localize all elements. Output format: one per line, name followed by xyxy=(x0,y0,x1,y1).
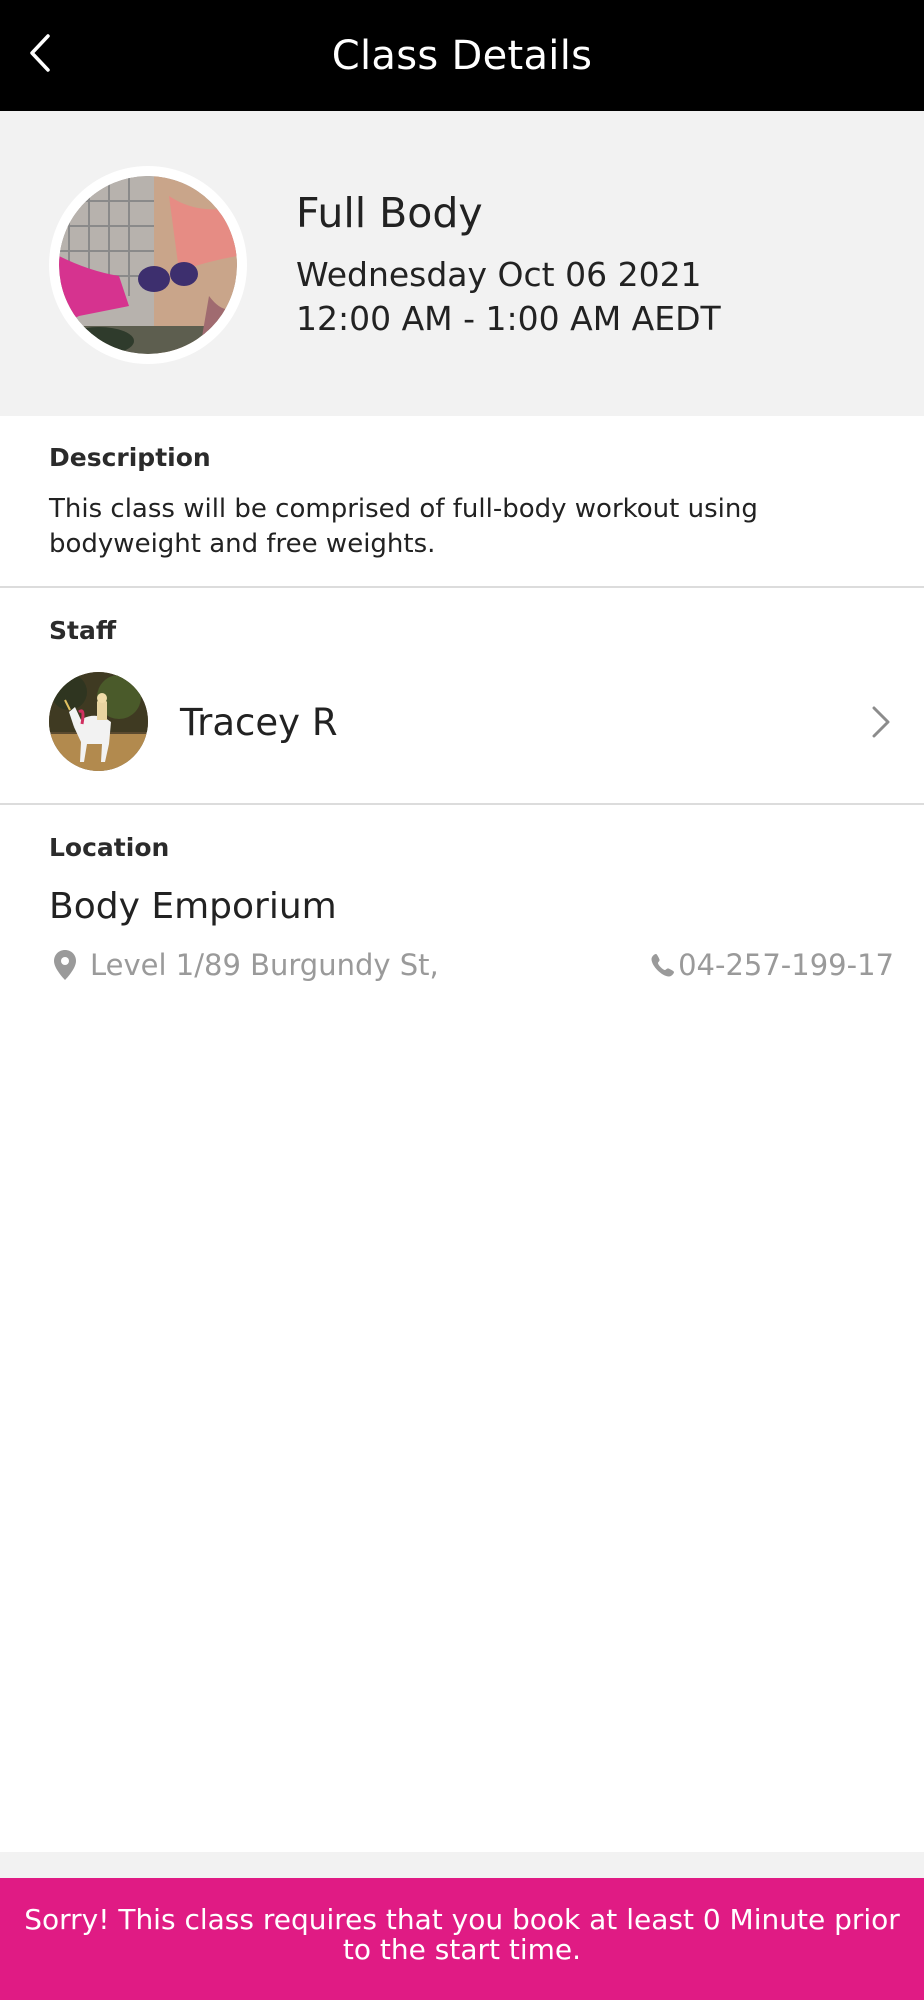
booking-warning-banner: Sorry! This class requires that you book… xyxy=(0,1878,924,2000)
booking-warning-text: Sorry! This class requires that you book… xyxy=(24,1903,900,1966)
class-date: Wednesday Oct 06 2021 xyxy=(296,255,702,294)
staff-name: Tracey R xyxy=(180,701,338,744)
class-photo xyxy=(49,166,247,364)
chevron-right-icon xyxy=(872,706,890,738)
description-label: Description xyxy=(49,443,211,472)
class-time: 12:00 AM - 1:00 AM AEDT xyxy=(296,299,721,338)
staff-avatar-image xyxy=(49,672,148,771)
class-photo-image xyxy=(59,176,237,354)
description-text: This class will be comprised of full-bod… xyxy=(49,494,758,559)
staff-row[interactable]: Tracey R xyxy=(0,660,924,780)
location-name: Body Emporium xyxy=(49,886,337,927)
footer-strip xyxy=(0,1852,924,1878)
staff-label: Staff xyxy=(49,616,117,645)
location-phone[interactable]: 04-257-199-17 xyxy=(678,946,894,984)
divider xyxy=(0,586,924,588)
top-bar: Class Details xyxy=(0,0,924,111)
location-address: Level 1/89 Burgundy St, xyxy=(90,948,439,982)
page-title: Class Details xyxy=(331,33,593,79)
divider xyxy=(0,803,924,805)
phone-icon xyxy=(651,954,674,977)
class-name: Full Body xyxy=(296,189,483,237)
map-pin-icon xyxy=(54,950,76,980)
location-label: Location xyxy=(49,833,170,862)
class-summary: Full Body Wednesday Oct 06 2021 12:00 AM… xyxy=(0,111,924,416)
avatar xyxy=(49,672,148,771)
